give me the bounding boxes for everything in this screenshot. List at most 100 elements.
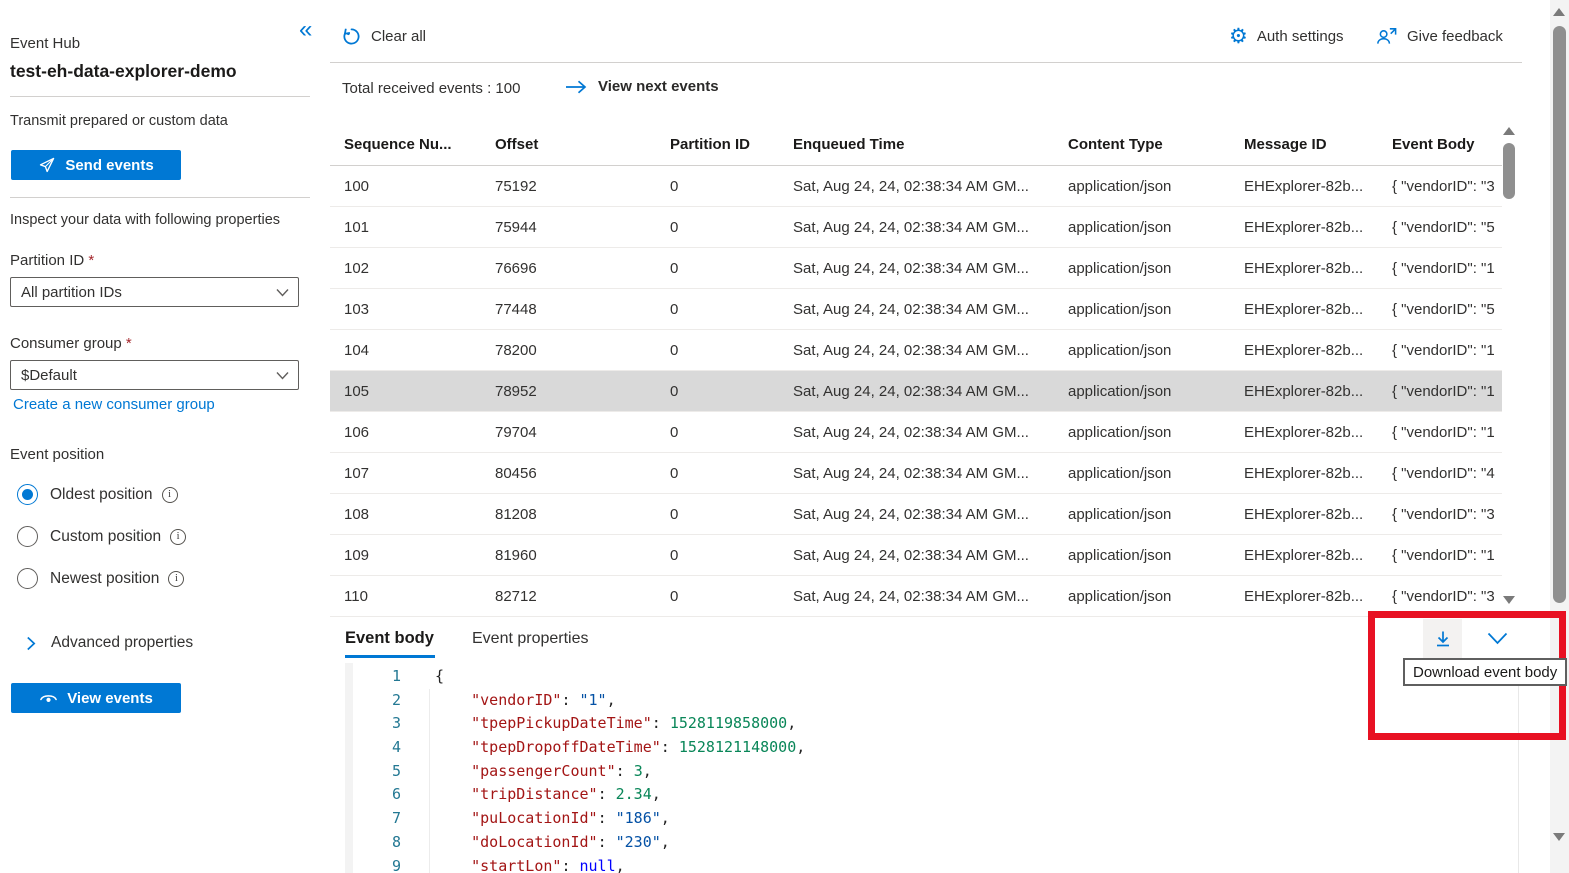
table-cell: Sat, Aug 24, 24, 02:38:34 AM GM...	[779, 588, 1054, 605]
table-row[interactable]: 100751920Sat, Aug 24, 24, 02:38:34 AM GM…	[330, 166, 1502, 207]
arrow-right-icon	[565, 80, 587, 94]
code-text: "passengerCount": 3,	[401, 760, 652, 784]
column-header[interactable]: Message ID	[1230, 136, 1378, 153]
table-cell: 108	[330, 506, 481, 523]
event-position-label: Event position	[10, 446, 104, 463]
scroll-down-icon[interactable]	[1553, 833, 1565, 841]
table-cell: Sat, Aug 24, 24, 02:38:34 AM GM...	[779, 506, 1054, 523]
table-row[interactable]: 109819600Sat, Aug 24, 24, 02:38:34 AM GM…	[330, 535, 1502, 576]
events-table: Sequence Nu...OffsetPartition IDEnqueued…	[330, 123, 1502, 617]
table-cell: application/json	[1054, 342, 1230, 359]
column-header[interactable]: Partition ID	[656, 136, 779, 153]
radio-oldest-position[interactable]: Oldest position	[17, 484, 186, 505]
table-cell: 75944	[481, 219, 656, 236]
event-body-code-editor[interactable]: 1{2 "vendorID": "1",3 "tpepPickupDateTim…	[345, 663, 1519, 873]
auth-settings-button[interactable]: ⚙ Auth settings	[1229, 26, 1344, 47]
line-number: 6	[345, 783, 401, 807]
code-text: {	[401, 665, 444, 689]
table-row[interactable]: 104782000Sat, Aug 24, 24, 02:38:34 AM GM…	[330, 330, 1502, 371]
chevron-right-icon	[26, 636, 36, 651]
table-cell: 75192	[481, 178, 656, 195]
send-events-button[interactable]: Send events	[11, 150, 181, 180]
table-cell: Sat, Aug 24, 24, 02:38:34 AM GM...	[779, 301, 1054, 318]
code-text: "puLocationId": "186",	[401, 807, 670, 831]
table-row[interactable]: 110827120Sat, Aug 24, 24, 02:38:34 AM GM…	[330, 576, 1502, 617]
info-icon[interactable]	[168, 571, 184, 587]
table-cell: 81208	[481, 506, 656, 523]
line-number: 8	[345, 831, 401, 855]
scrollbar-thumb[interactable]	[1503, 143, 1515, 199]
radio-circle-icon[interactable]	[17, 568, 38, 589]
scroll-down-icon[interactable]	[1503, 596, 1515, 604]
info-icon[interactable]	[162, 487, 178, 503]
code-text: "tpepPickupDateTime": 1528119858000,	[401, 712, 796, 736]
clear-all-button[interactable]: Clear all	[341, 26, 426, 47]
table-cell: Sat, Aug 24, 24, 02:38:34 AM GM...	[779, 178, 1054, 195]
table-cell: 101	[330, 219, 481, 236]
table-cell: 0	[656, 342, 779, 359]
table-row[interactable]: 103774480Sat, Aug 24, 24, 02:38:34 AM GM…	[330, 289, 1502, 330]
table-cell: { "vendorID": "1	[1378, 547, 1502, 564]
column-header[interactable]: Enqueued Time	[779, 136, 1054, 153]
table-row[interactable]: 107804560Sat, Aug 24, 24, 02:38:34 AM GM…	[330, 453, 1502, 494]
line-number: 3	[345, 712, 401, 736]
tab-event-properties[interactable]: Event properties	[472, 630, 589, 648]
table-cell: 81960	[481, 547, 656, 564]
table-cell: application/json	[1054, 178, 1230, 195]
table-cell: 0	[656, 588, 779, 605]
tab-event-body[interactable]: Event body	[345, 629, 434, 648]
table-row[interactable]: 101759440Sat, Aug 24, 24, 02:38:34 AM GM…	[330, 207, 1502, 248]
table-cell: 100	[330, 178, 481, 195]
code-line: 3 "tpepPickupDateTime": 1528119858000,	[345, 712, 1518, 736]
column-header[interactable]: Sequence Nu...	[330, 136, 481, 153]
scroll-up-icon[interactable]	[1553, 8, 1565, 16]
download-options-chevron-button[interactable]	[1477, 619, 1517, 658]
table-scrollbar[interactable]	[1501, 126, 1517, 609]
advanced-properties-toggle[interactable]: Advanced properties	[26, 634, 193, 652]
table-cell: 76696	[481, 260, 656, 277]
consumer-group-select[interactable]: $Default	[10, 360, 299, 390]
table-cell: { "vendorID": "3	[1378, 178, 1502, 195]
table-cell: EHExplorer-82b...	[1230, 342, 1378, 359]
radio-custom-position[interactable]: Custom position	[17, 526, 186, 547]
partition-id-select[interactable]: All partition IDs	[10, 277, 299, 307]
code-line: 7 "puLocationId": "186",	[345, 807, 1518, 831]
radio-label: Newest position	[50, 570, 159, 588]
view-events-button[interactable]: View events	[11, 683, 181, 713]
table-cell: 110	[330, 588, 481, 605]
column-header[interactable]: Offset	[481, 136, 656, 153]
gear-icon: ⚙	[1229, 26, 1248, 47]
table-cell: EHExplorer-82b...	[1230, 547, 1378, 564]
table-row[interactable]: 102766960Sat, Aug 24, 24, 02:38:34 AM GM…	[330, 248, 1502, 289]
total-received-events: Total received events : 100	[342, 80, 520, 97]
radio-circle-icon[interactable]	[17, 526, 38, 547]
radio-newest-position[interactable]: Newest position	[17, 568, 186, 589]
table-row[interactable]: 105789520Sat, Aug 24, 24, 02:38:34 AM GM…	[330, 371, 1502, 412]
collapse-sidebar-icon[interactable]: «	[299, 18, 312, 42]
required-asterisk: *	[88, 252, 94, 269]
download-event-body-button[interactable]	[1423, 619, 1462, 658]
code-lines: 1{2 "vendorID": "1",3 "tpepPickupDateTim…	[345, 663, 1518, 873]
table-row[interactable]: 108812080Sat, Aug 24, 24, 02:38:34 AM GM…	[330, 494, 1502, 535]
column-header[interactable]: Content Type	[1054, 136, 1230, 153]
table-cell: Sat, Aug 24, 24, 02:38:34 AM GM...	[779, 547, 1054, 564]
table-cell: application/json	[1054, 260, 1230, 277]
create-consumer-group-link[interactable]: Create a new consumer group	[13, 396, 215, 413]
column-header[interactable]: Event Body	[1378, 136, 1502, 153]
chevron-down-icon	[276, 288, 289, 297]
info-icon[interactable]	[170, 529, 186, 545]
page-scrollbar[interactable]	[1550, 0, 1569, 873]
table-row[interactable]: 106797040Sat, Aug 24, 24, 02:38:34 AM GM…	[330, 412, 1502, 453]
table-cell: 0	[656, 383, 779, 400]
give-feedback-button[interactable]: Give feedback	[1375, 26, 1503, 46]
table-cell: EHExplorer-82b...	[1230, 424, 1378, 441]
scroll-up-icon[interactable]	[1503, 127, 1515, 135]
view-next-events-button[interactable]: View next events	[565, 78, 719, 95]
table-cell: { "vendorID": "1	[1378, 342, 1502, 359]
table-cell: { "vendorID": "5	[1378, 301, 1502, 318]
line-number: 9	[345, 855, 401, 873]
radio-circle-icon[interactable]	[17, 484, 38, 505]
table-cell: EHExplorer-82b...	[1230, 383, 1378, 400]
scrollbar-thumb[interactable]	[1553, 26, 1566, 603]
line-number: 2	[345, 689, 401, 713]
